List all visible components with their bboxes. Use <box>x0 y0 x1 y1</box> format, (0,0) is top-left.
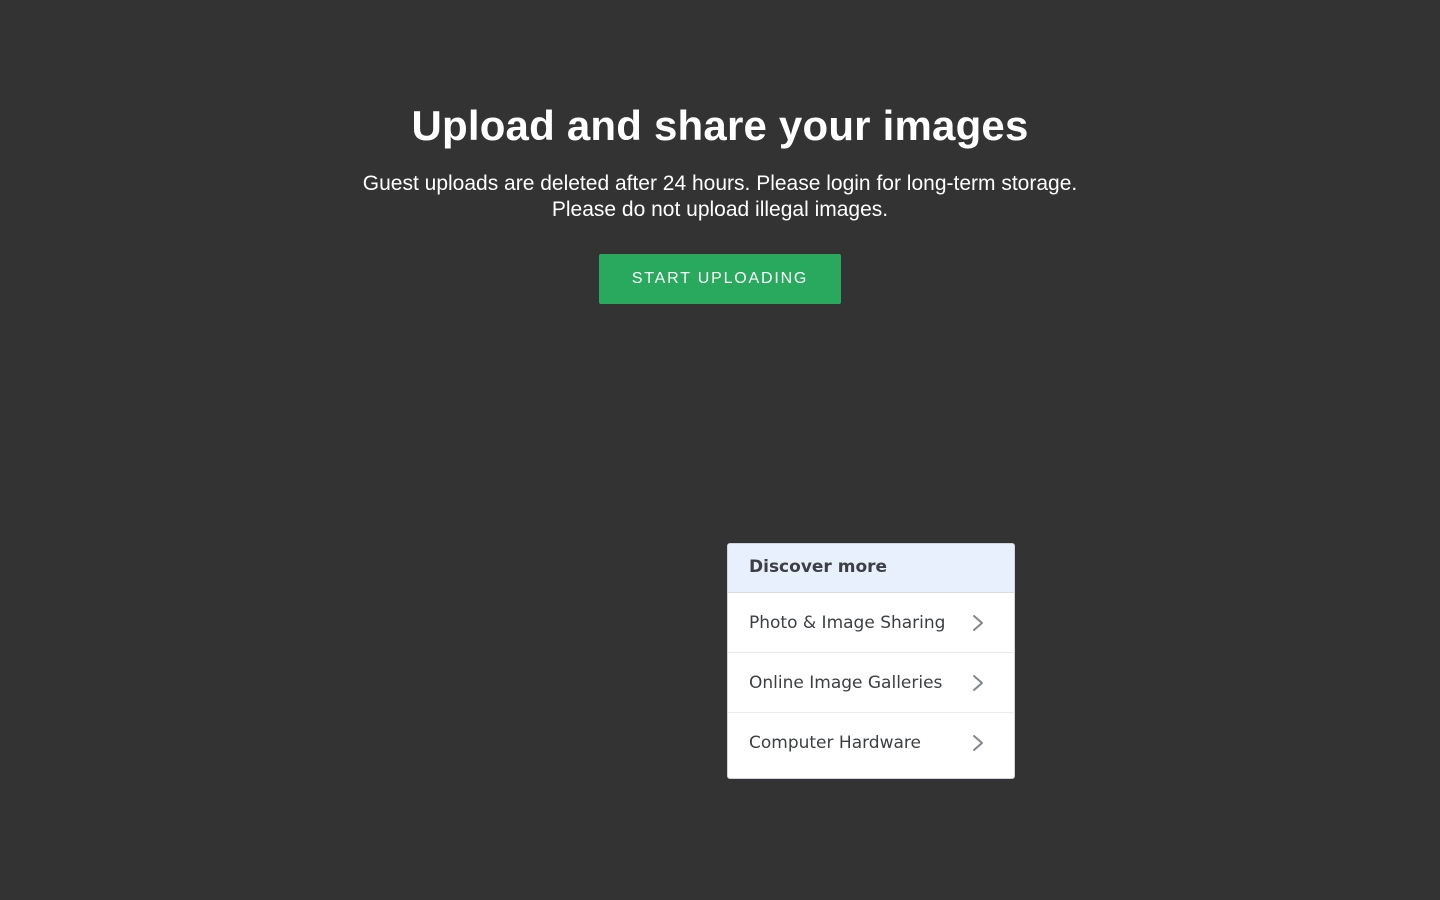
discover-item-online-image-galleries[interactable]: Online Image Galleries <box>728 653 1014 713</box>
discover-more-heading: Discover more <box>728 544 1014 593</box>
discover-item-photo-image-sharing[interactable]: Photo & Image Sharing <box>728 593 1014 653</box>
start-uploading-button[interactable]: START UPLOADING <box>599 254 841 304</box>
page: Upload and share your images Guest uploa… <box>0 0 1440 900</box>
discover-item-label: Computer Hardware <box>749 733 921 753</box>
page-title: Upload and share your images <box>411 102 1029 149</box>
chevron-right-icon <box>973 615 983 631</box>
discover-item-label: Online Image Galleries <box>749 673 943 693</box>
subtitle-line-1: Guest uploads are deleted after 24 hours… <box>362 172 1078 195</box>
discover-more-panel: Discover more Photo & Image Sharing Onli… <box>727 543 1015 779</box>
chevron-right-icon <box>973 735 983 751</box>
subtitle-line-2: Please do not upload illegal images. <box>551 198 889 221</box>
hero-subtitle: Guest uploads are deleted after 24 hours… <box>0 171 1440 223</box>
chevron-right-icon <box>973 675 983 691</box>
discover-item-label: Photo & Image Sharing <box>749 613 946 633</box>
discover-item-computer-hardware[interactable]: Computer Hardware <box>728 713 1014 773</box>
